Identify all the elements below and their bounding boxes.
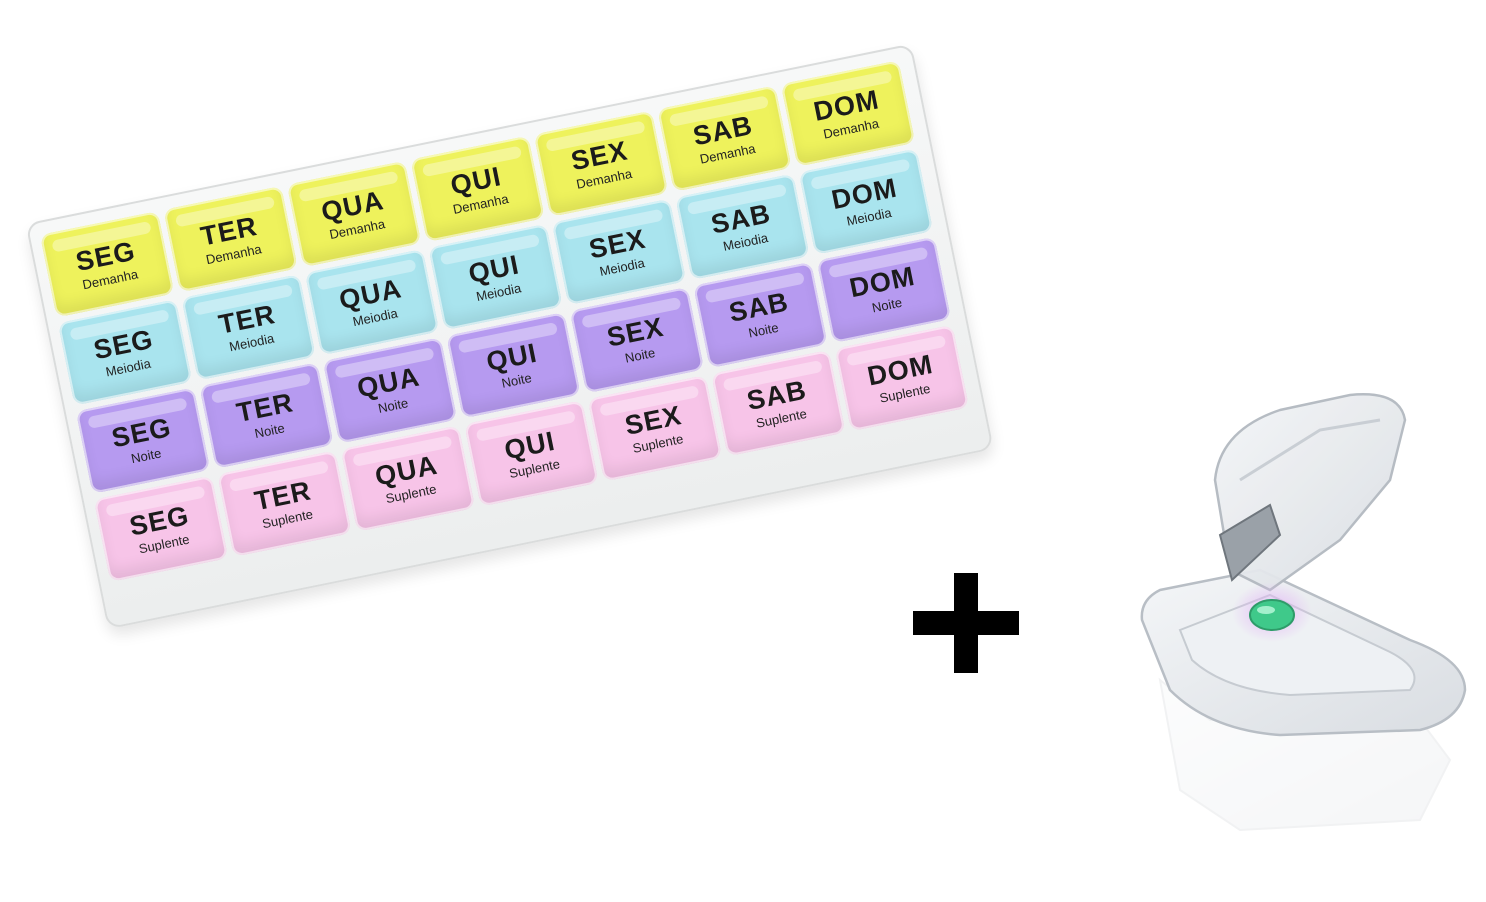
pill-organizer: SEG Demanha TER Demanha QUA Demanha QUI Demanha… xyxy=(25,43,994,630)
compartment-day-label: SEG xyxy=(108,411,174,453)
compartment-day-label: SAB xyxy=(726,285,792,328)
pill-organizer-image: SEG Demanha TER Demanha QUA Demanha QUI Demanha… xyxy=(0,0,1000,720)
compartment-day-label: QUI xyxy=(483,337,540,377)
plus-vertical-bar xyxy=(954,573,978,673)
compartment-day-label: TER xyxy=(233,386,296,428)
pill-highlight xyxy=(1257,606,1275,614)
organizer-rows: SEG Demanha TER Demanha QUA Demanha QUI Demanha… xyxy=(40,60,969,582)
compartment-day-label: QUA xyxy=(354,361,423,403)
compartment-day-label: SEX xyxy=(604,311,667,353)
pill-cutter-icon xyxy=(1140,393,1467,832)
pill-icon xyxy=(1249,599,1295,631)
plus-icon xyxy=(913,573,1019,673)
compartment-day-label: DOM xyxy=(846,260,918,303)
